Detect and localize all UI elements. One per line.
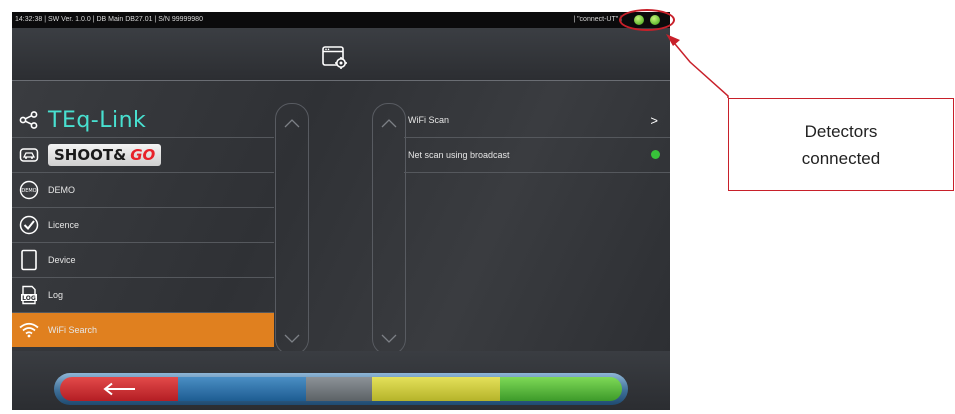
settings-window-icon[interactable] [322, 46, 348, 70]
menu-label-licence: Licence [48, 220, 80, 230]
tablet-screen: 14:32:38 | SW Ver. 1.0.0 | DB Main DB27.… [12, 12, 670, 410]
connection-name: | "connect-UT" | [573, 16, 622, 23]
shield-check-icon [18, 214, 40, 236]
left-menu: TEq-Link SHOOT& GO DEMO DEMO Licence Dev… [12, 103, 274, 347]
teq-link-logo: TEq-Link [48, 107, 147, 133]
setting-net-scan-broadcast[interactable]: Net scan using broadcast [404, 138, 670, 173]
settings-scrollbar[interactable] [372, 103, 406, 355]
setting-label-wifi-scan: WiFi Scan [408, 115, 450, 125]
function-key-green[interactable] [500, 377, 622, 401]
toggle-on-indicator[interactable] [651, 150, 660, 159]
shoot-go-logo: SHOOT& GO [48, 144, 162, 166]
status-bar: 14:32:38 | SW Ver. 1.0.0 | DB Main DB27.… [12, 12, 670, 28]
chevron-up-icon[interactable] [284, 118, 300, 128]
menu-item-licence[interactable]: Licence [12, 208, 274, 243]
go-text: GO [130, 146, 156, 164]
log-file-icon: LOG [18, 284, 40, 306]
tablet-icon [18, 249, 40, 271]
menu-item-device[interactable]: Device [12, 243, 274, 278]
car-camera-icon [18, 144, 40, 166]
callout-box: Detectors connected [728, 98, 954, 191]
menu-item-wifi-search[interactable]: WiFi Search [12, 313, 274, 347]
function-key-blue[interactable] [178, 377, 306, 401]
led-highlight-ellipse [619, 9, 675, 31]
chevron-down-icon[interactable] [284, 334, 300, 344]
header [12, 28, 670, 80]
menu-label-demo: DEMO [48, 185, 75, 195]
main-content: TEq-Link SHOOT& GO DEMO DEMO Licence Dev… [12, 81, 670, 355]
menu-label-wifi-search: WiFi Search [48, 325, 98, 335]
chevron-up-icon[interactable] [381, 118, 397, 128]
menu-label-device: Device [48, 255, 76, 265]
svg-text:DEMO: DEMO [21, 188, 36, 194]
settings-panel: WiFi Scan > Net scan using broadcast [404, 103, 670, 173]
arrow-left-icon [103, 382, 135, 396]
menu-item-shoot-go[interactable]: SHOOT& GO [12, 138, 274, 173]
shoot-text: SHOOT& [54, 146, 127, 164]
function-key-yellow[interactable] [372, 377, 500, 401]
function-key-gray[interactable] [306, 377, 372, 401]
chevron-down-icon[interactable] [381, 334, 397, 344]
svg-text:LOG: LOG [22, 295, 36, 302]
share-icon [18, 109, 40, 131]
callout-line-2: connected [801, 148, 881, 168]
menu-label-log: Log [48, 290, 64, 300]
menu-item-teq-link[interactable]: TEq-Link [12, 103, 274, 138]
arrow-right-icon[interactable]: > [650, 113, 658, 128]
function-key-bar [54, 373, 628, 405]
bottom-bar [12, 351, 670, 410]
menu-scrollbar[interactable] [275, 103, 309, 355]
setting-label-net-scan: Net scan using broadcast [408, 150, 510, 160]
demo-badge-icon: DEMO [18, 179, 40, 201]
back-button[interactable] [60, 377, 178, 401]
wifi-icon [18, 319, 40, 341]
menu-item-demo[interactable]: DEMO DEMO [12, 173, 274, 208]
callout-line-1: Detectors [804, 121, 878, 141]
menu-item-log[interactable]: LOG Log [12, 278, 274, 313]
status-info: 14:32:38 | SW Ver. 1.0.0 | DB Main DB27.… [15, 16, 203, 23]
setting-wifi-scan[interactable]: WiFi Scan > [404, 103, 670, 138]
